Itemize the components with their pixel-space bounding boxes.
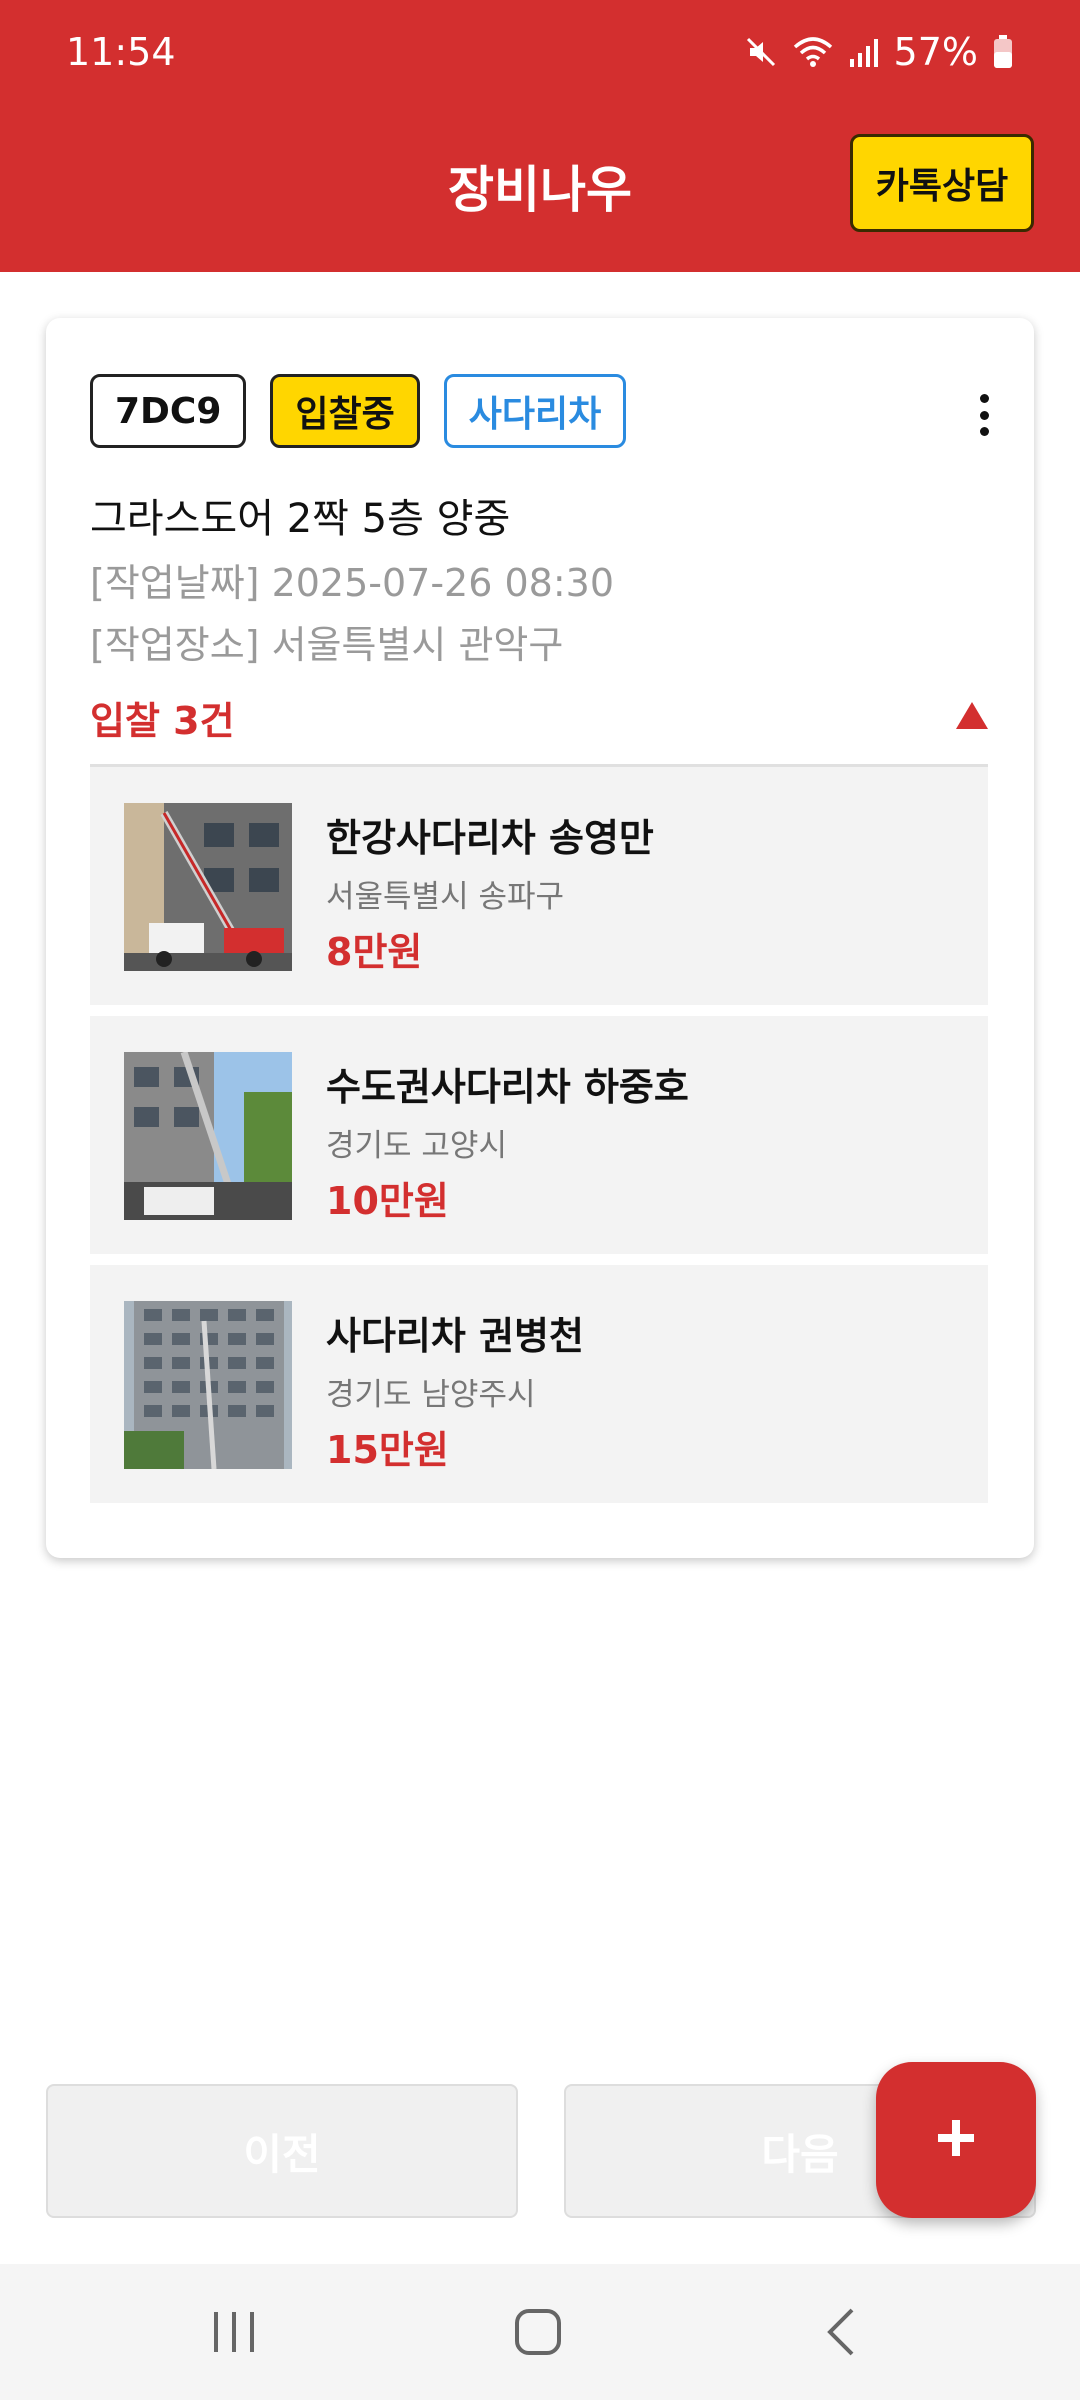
bid-item[interactable]: 수도권사다리차 하중호 경기도 고양시 10만원: [90, 1016, 988, 1254]
bidder-name: 수도권사다리차 하중호: [326, 1065, 689, 1109]
bid-count[interactable]: 입찰 3건: [90, 690, 235, 745]
collapse-up-icon[interactable]: [956, 702, 988, 729]
status-icons: 57%: [744, 30, 1014, 74]
job-status-tag: 입찰중: [270, 374, 420, 448]
bid-item[interactable]: 사다리차 권병천 경기도 남양주시 15만원: [90, 1265, 988, 1503]
add-fab-button[interactable]: [876, 2062, 1036, 2218]
bidder-region: 경기도 남양주시: [326, 1377, 536, 1413]
bid-price: 15만원: [326, 1428, 449, 1472]
battery-icon: [992, 34, 1014, 70]
system-nav-bar: [0, 2264, 1080, 2400]
job-code-tag: 7DC9: [90, 374, 247, 448]
tag-row: 7DC9 입찰중 사다리차: [90, 374, 627, 448]
bid-item[interactable]: 한강사다리차 송영만 서울특별시 송파구 8만원: [90, 767, 988, 1005]
app-header: 장비나우 카톡상담: [0, 110, 1080, 272]
battery-percent: 57%: [893, 30, 978, 74]
status-time: 11:54: [66, 30, 176, 74]
job-place: [작업장소] 서울특별시 관악구: [90, 623, 564, 667]
mute-icon: [744, 35, 778, 69]
bid-price: 8만원: [326, 930, 423, 974]
plus-icon: [934, 2116, 978, 2164]
recents-icon[interactable]: [210, 2306, 258, 2362]
bid-photo: [124, 1052, 292, 1220]
bid-list: 한강사다리차 송영만 서울특별시 송파구 8만원 수도권사다리차 하중호 경기도…: [90, 767, 988, 1514]
bidder-region: 경기도 고양시: [326, 1128, 507, 1164]
bid-photo: [124, 803, 292, 971]
wifi-icon: [792, 35, 834, 69]
more-vert-icon[interactable]: [974, 394, 994, 436]
job-date: [작업날짜] 2025-07-26 08:30: [90, 561, 614, 605]
home-icon[interactable]: [512, 2306, 564, 2362]
signal-icon: [848, 35, 880, 69]
job-card[interactable]: 7DC9 입찰중 사다리차 그라스도어 2짝 5층 양중 [작업날짜] 2025…: [46, 318, 1034, 1558]
equipment-type-tag: 사다리차: [443, 374, 627, 448]
bid-photo: [124, 1301, 292, 1469]
job-title: 그라스도어 2짝 5층 양중: [90, 496, 511, 542]
bidder-region: 서울특별시 송파구: [326, 879, 565, 915]
bid-price: 10만원: [326, 1179, 449, 1223]
status-bar: 11:54 57%: [0, 0, 1080, 110]
prev-button[interactable]: 이전: [46, 2084, 518, 2218]
back-icon[interactable]: [822, 2306, 862, 2362]
kakao-consult-button[interactable]: 카톡상담: [850, 134, 1034, 232]
bidder-name: 사다리차 권병천: [326, 1314, 584, 1358]
bidder-name: 한강사다리차 송영만: [326, 816, 654, 860]
